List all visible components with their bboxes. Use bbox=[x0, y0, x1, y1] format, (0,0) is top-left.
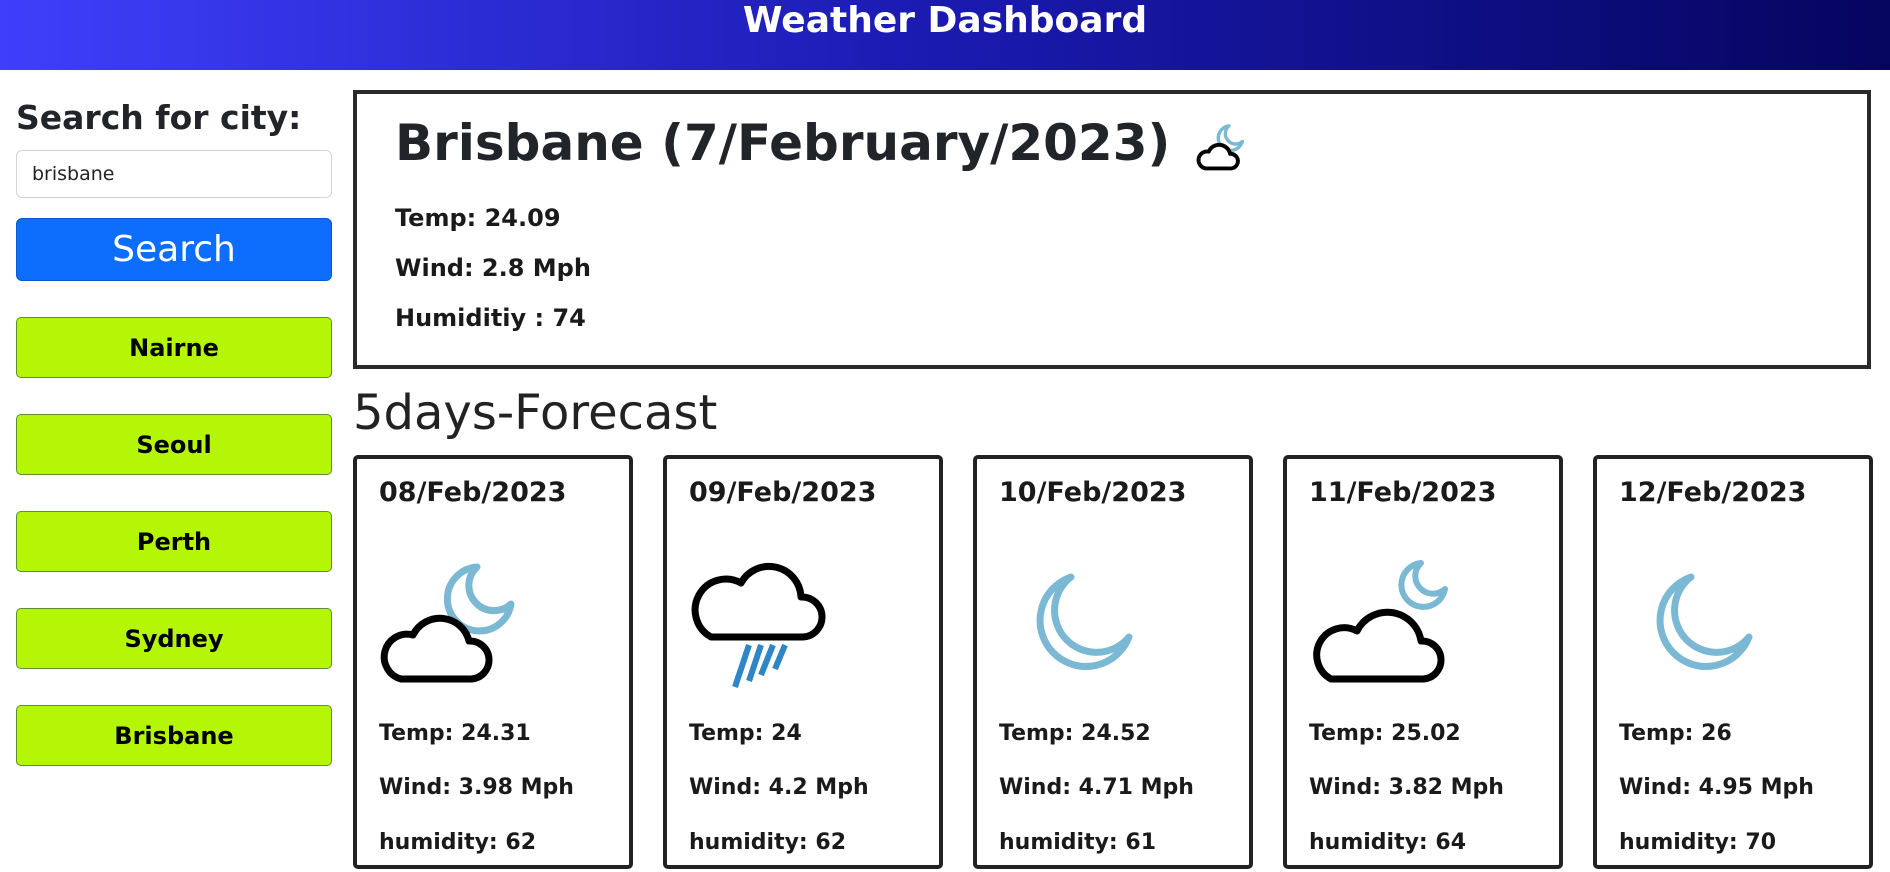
cloud-moon-icon bbox=[380, 563, 515, 683]
forecast-wind: Wind: 4.71 Mph bbox=[999, 775, 1194, 800]
forecast-card: 12/Feb/2023 Temp: 26 Wind: 4.95 Mph humi… bbox=[1593, 455, 1873, 869]
forecast-date: 09/Feb/2023 bbox=[689, 477, 877, 508]
current-temp: Temp: 24.09 bbox=[395, 204, 561, 232]
forecast-date: 12/Feb/2023 bbox=[1619, 477, 1807, 508]
moon-icon bbox=[1656, 573, 1753, 670]
forecast-card: 11/Feb/2023 Temp: 25.02 Wind: 3.82 Mph h… bbox=[1283, 455, 1563, 869]
forecast-wind: Wind: 3.98 Mph bbox=[379, 775, 574, 800]
page-title: Weather Dashboard bbox=[742, 0, 1148, 41]
forecast-date: 08/Feb/2023 bbox=[379, 477, 567, 508]
cloud-moon-icon bbox=[1196, 124, 1245, 171]
forecast-humidity: humidity: 62 bbox=[689, 830, 847, 855]
forecast-humidity: humidity: 62 bbox=[379, 830, 537, 855]
current-city-title: Brisbane (7/February/2023) bbox=[395, 114, 1171, 172]
forecast-date: 10/Feb/2023 bbox=[999, 477, 1187, 508]
sidebar: Search for city: Search Nairne Seoul Per… bbox=[16, 96, 332, 802]
forecast-card: 10/Feb/2023 Temp: 24.52 Wind: 4.71 Mph h… bbox=[973, 455, 1253, 869]
current-humidity: Humiditiy : 74 bbox=[395, 304, 586, 332]
moon-icon bbox=[1036, 573, 1133, 670]
forecast-heading: 5days-Forecast bbox=[353, 385, 718, 441]
forecast-card: 09/Feb/2023 Temp: 24 Wind: 4.2 Mph humid… bbox=[663, 455, 943, 869]
forecast-temp: Temp: 25.02 bbox=[1309, 721, 1461, 746]
search-history: Nairne Seoul Perth Sydney Brisbane bbox=[16, 317, 332, 766]
search-button[interactable]: Search bbox=[16, 218, 332, 281]
forecast-humidity: humidity: 70 bbox=[1619, 830, 1777, 855]
cloud-rain-icon bbox=[691, 562, 826, 688]
history-button-seoul[interactable]: Seoul bbox=[16, 414, 332, 475]
history-button-brisbane[interactable]: Brisbane bbox=[16, 705, 332, 766]
history-button-sydney[interactable]: Sydney bbox=[16, 608, 332, 669]
forecast-temp: Temp: 26 bbox=[1619, 721, 1732, 746]
current-wind: Wind: 2.8 Mph bbox=[395, 254, 591, 282]
forecast-card: 08/Feb/2023 Temp: 24.31 Wind: 3.98 Mph h… bbox=[353, 455, 633, 869]
forecast-temp: Temp: 24.31 bbox=[379, 721, 531, 746]
cloud-moon-icon bbox=[1313, 560, 1448, 683]
history-button-perth[interactable]: Perth bbox=[16, 511, 332, 572]
forecast-wind: Wind: 4.2 Mph bbox=[689, 775, 869, 800]
header-bar: Weather Dashboard bbox=[0, 0, 1890, 70]
forecast-wind: Wind: 4.95 Mph bbox=[1619, 775, 1814, 800]
forecast-temp: Temp: 24 bbox=[689, 721, 802, 746]
forecast-humidity: humidity: 64 bbox=[1309, 830, 1467, 855]
forecast-humidity: humidity: 61 bbox=[999, 830, 1157, 855]
search-heading: Search for city: bbox=[16, 98, 302, 137]
forecast-wind: Wind: 3.82 Mph bbox=[1309, 775, 1504, 800]
forecast-temp: Temp: 24.52 bbox=[999, 721, 1151, 746]
current-weather-panel: Brisbane (7/February/2023) Temp: 24.09 W… bbox=[353, 90, 1871, 369]
search-input[interactable] bbox=[16, 150, 332, 198]
forecast-date: 11/Feb/2023 bbox=[1309, 477, 1497, 508]
history-button-nairne[interactable]: Nairne bbox=[16, 317, 332, 378]
